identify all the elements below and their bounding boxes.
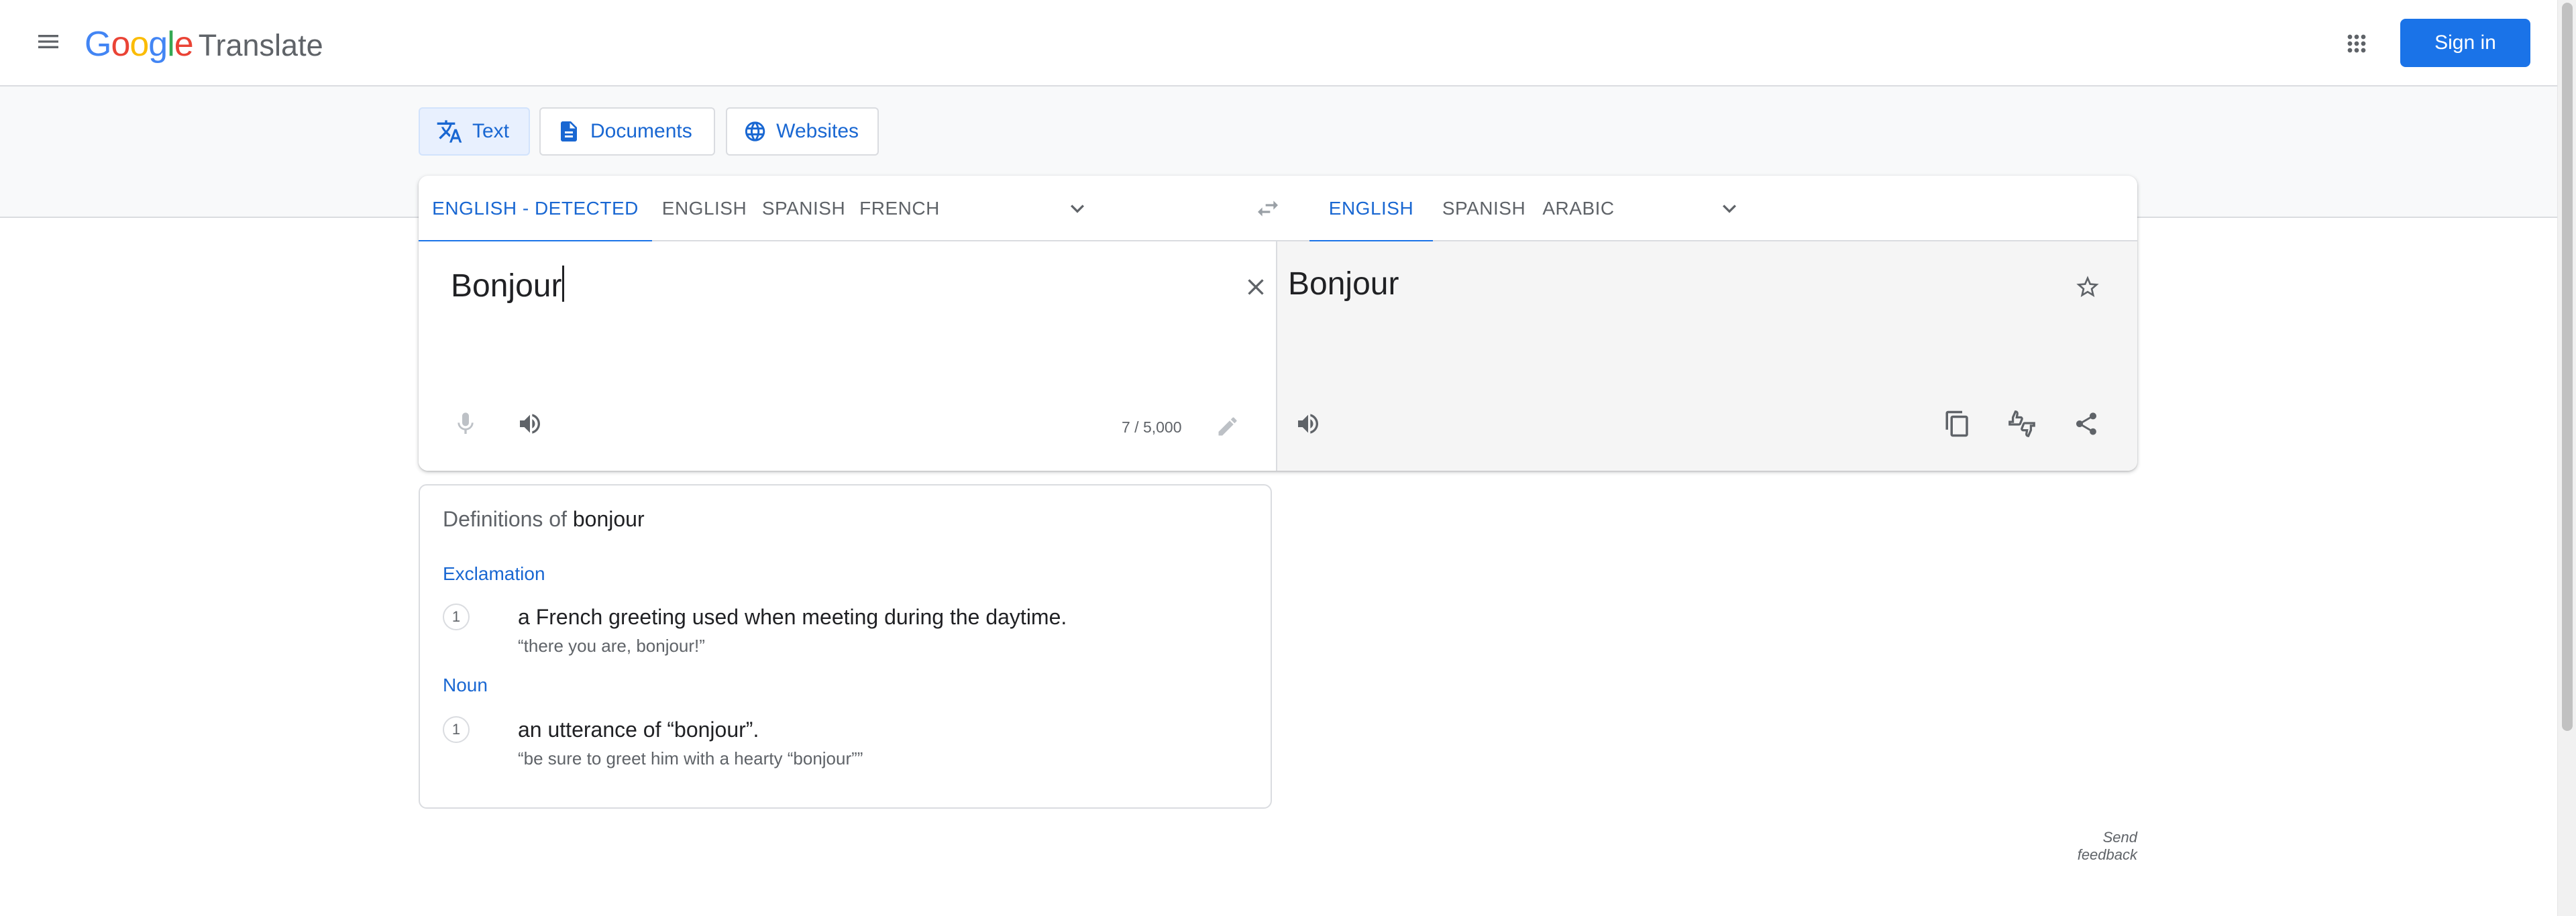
rate-translation-button[interactable] [2000, 402, 2043, 445]
tab-websites[interactable]: Websites [726, 107, 879, 156]
share-icon [2076, 412, 2096, 435]
scrollbar-thumb[interactable] [2562, 3, 2573, 731]
google-logo-text: Google [85, 25, 194, 64]
target-lang-spanish[interactable]: SPANISH [1437, 176, 1531, 241]
swap-arrows-icon [1258, 201, 1278, 217]
pencil-icon [1218, 417, 1237, 436]
source-lang-english[interactable]: ENGLISH [656, 176, 753, 241]
hamburger-menu-icon [38, 35, 58, 48]
send-feedback-link[interactable]: Send feedback [2039, 829, 2137, 864]
language-bar: ENGLISH - DETECTED ENGLISH SPANISH FRENC… [419, 176, 2137, 243]
translation-card: ENGLISH - DETECTED ENGLISH SPANISH FRENC… [419, 176, 2137, 471]
source-pane: Bonjour 7 / 5,000 [419, 241, 1277, 471]
speaker-icon [1298, 414, 1318, 434]
tab-documents-label: Documents [590, 120, 692, 142]
definition-gloss: a French greeting used when meeting duri… [518, 605, 1067, 629]
translate-page: Google Translate Sign in Text Documents … [0, 0, 2576, 916]
microphone-icon [458, 412, 474, 434]
target-pane: Bonjour [1277, 241, 2137, 471]
definition-example: “be sure to greet him with a hearty “bon… [518, 748, 863, 768]
voice-input-button[interactable] [444, 402, 487, 445]
copy-translation-button[interactable] [1936, 402, 1979, 445]
source-text: Bonjour [451, 268, 562, 304]
source-lang-french[interactable]: FRENCH [855, 176, 945, 241]
definition-example: “there you are, bonjour!” [518, 636, 705, 656]
app-header: Google Translate Sign in [0, 0, 2576, 87]
speaker-icon [520, 414, 540, 434]
clear-source-button[interactable] [1234, 266, 1277, 308]
source-lang-spanish[interactable]: SPANISH [757, 176, 851, 241]
definitions-panel: Definitions of bonjour Exclamation 1 a F… [419, 484, 1272, 809]
product-name: Translate [198, 28, 323, 62]
target-lang-english[interactable]: ENGLISH [1309, 176, 1433, 243]
tab-websites-label: Websites [776, 120, 859, 142]
translated-text: Bonjour [1288, 266, 1399, 302]
google-translate-logo[interactable]: Google Translate [85, 23, 323, 66]
tab-documents[interactable]: Documents [539, 107, 715, 156]
handwriting-button[interactable] [1206, 405, 1249, 448]
text-caret [562, 266, 565, 302]
chevron-down-icon [1071, 205, 1084, 213]
close-icon [1248, 279, 1264, 295]
chevron-down-icon [1723, 205, 1736, 213]
source-lang-more-button[interactable] [1057, 188, 1097, 229]
sign-in-button[interactable]: Sign in [2400, 19, 2530, 67]
tab-text-label: Text [472, 120, 510, 142]
definition-number: 1 [443, 716, 470, 743]
source-lang-detected[interactable]: ENGLISH - DETECTED [419, 176, 652, 243]
document-icon [561, 121, 577, 141]
part-of-speech-exclamation: Exclamation [443, 563, 545, 584]
definitions-title: Definitions of bonjour [443, 507, 645, 532]
main-menu-button[interactable] [27, 20, 70, 63]
page-scrollbar[interactable] [2557, 0, 2576, 916]
globe-icon [745, 121, 765, 141]
listen-translation-button[interactable] [1287, 402, 1330, 445]
star-icon [2076, 276, 2099, 297]
google-apps-button[interactable] [2333, 20, 2380, 67]
apps-grid-icon [2347, 34, 2366, 53]
tab-text[interactable]: Text [419, 107, 530, 156]
part-of-speech-noun: Noun [443, 675, 488, 695]
listen-source-button[interactable] [508, 402, 551, 445]
translate-icon [437, 120, 462, 143]
character-count: 7 / 5,000 [1122, 418, 1182, 436]
copy-icon [1945, 410, 1968, 437]
definition-gloss: an utterance of “bonjour”. [518, 718, 759, 742]
thumbs-up-down-icon [2008, 410, 2035, 437]
save-translation-button[interactable] [2066, 266, 2109, 308]
definition-number: 1 [443, 604, 470, 630]
target-lang-arabic[interactable]: ARABIC [1535, 176, 1622, 241]
source-text-input[interactable]: Bonjour [451, 266, 565, 304]
share-translation-button[interactable] [2065, 402, 2108, 445]
definitions-title-prefix: Definitions of [443, 507, 567, 531]
target-lang-more-button[interactable] [1709, 188, 1750, 229]
definitions-word: bonjour [572, 507, 645, 531]
swap-languages-button[interactable] [1248, 188, 1288, 229]
